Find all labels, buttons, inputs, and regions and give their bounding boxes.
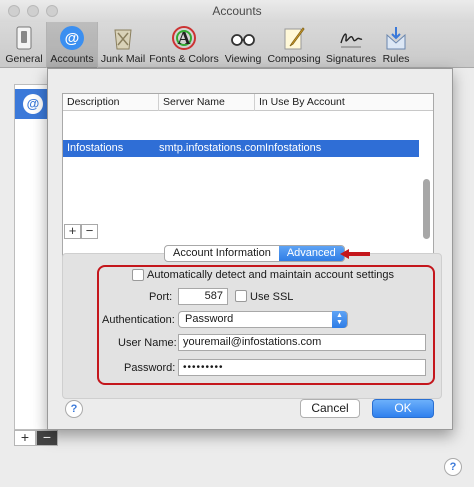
password-field[interactable]: ••••••••• [178, 359, 426, 376]
sheet-help-button[interactable]: ? [65, 400, 83, 418]
toolbar-composing[interactable]: Composing [266, 22, 322, 68]
add-server-button[interactable]: + [64, 224, 81, 239]
settings-tabs: Account Information Advanced [164, 245, 345, 262]
cell-description: Infostations [67, 142, 124, 154]
toolbar-viewing-label: Viewing [224, 53, 262, 65]
table-scrollbar[interactable] [423, 179, 430, 239]
toolbar-fonts-colors[interactable]: A Fonts & Colors [148, 22, 220, 68]
add-account-button[interactable]: + [14, 430, 36, 446]
annotation-arrow-icon [340, 249, 370, 259]
table-row[interactable]: Infostations smtp.infostations.com Infos… [63, 140, 419, 157]
zoom-window-button[interactable] [46, 5, 58, 17]
svg-text:@: @ [65, 30, 80, 47]
use-ssl-label: Use SSL [250, 291, 294, 303]
port-label: Port: [149, 291, 173, 303]
signature-icon [340, 33, 363, 48]
authentication-value: Password [185, 313, 234, 325]
general-switch-icon [16, 26, 32, 50]
authentication-select[interactable]: Password ▲ ▼ [178, 311, 348, 328]
remove-account-button[interactable]: − [36, 430, 58, 446]
smtp-server-sheet: Description Server Name In Use By Accoun… [47, 68, 453, 430]
authentication-label: Authentication: [102, 314, 175, 326]
toolbar-junk-mail[interactable]: Junk Mail [100, 22, 146, 68]
glasses-icon [231, 34, 255, 46]
use-ssl-checkbox[interactable] [235, 290, 247, 302]
chevron-updown-icon: ▲ ▼ [332, 311, 347, 328]
minimize-window-button[interactable] [27, 5, 39, 17]
toolbar-fonts-colors-label: Fonts & Colors [149, 53, 219, 65]
accounts-list-buttons: + − [14, 430, 58, 446]
column-header-description[interactable]: Description [63, 94, 159, 111]
server-list-buttons: + − [64, 224, 98, 239]
pencil-icon [284, 27, 305, 50]
toolbar-general-label: General [5, 53, 43, 65]
column-header-server-name[interactable]: Server Name [159, 94, 255, 111]
toolbar-rules[interactable]: Rules [380, 22, 412, 68]
title-bar: Accounts [0, 0, 474, 22]
close-window-button[interactable] [8, 5, 20, 17]
cell-server-name: smtp.infostations.com [159, 142, 266, 154]
column-header-in-use-by[interactable]: In Use By Account [255, 94, 433, 111]
junk-trash-icon [114, 29, 132, 50]
tab-advanced[interactable]: Advanced [278, 246, 344, 261]
toolbar-rules-label: Rules [382, 53, 410, 65]
remove-server-button[interactable]: − [81, 224, 98, 239]
table-header: Description Server Name In Use By Accoun… [63, 94, 433, 111]
toolbar-viewing[interactable]: Viewing [222, 22, 264, 68]
ok-button[interactable]: OK [372, 399, 434, 418]
toolbar-accounts[interactable]: @ Accounts [46, 22, 98, 68]
preferences-toolbar: General @ Accounts Junk Mail A Fonts & C… [0, 22, 474, 68]
help-button[interactable]: ? [444, 458, 462, 476]
toolbar-signatures[interactable]: Signatures [324, 22, 378, 68]
toolbar-composing-label: Composing [267, 53, 321, 65]
username-label: User Name: [118, 337, 177, 349]
cell-in-use-by: Infostations [265, 142, 322, 154]
svg-text:A: A [178, 28, 191, 48]
rules-icon [386, 27, 406, 50]
toolbar-signatures-label: Signatures [325, 53, 377, 65]
password-label: Password: [124, 362, 176, 374]
at-sign-icon: @ [23, 94, 43, 114]
fonts-colors-icon: A [172, 26, 196, 50]
cancel-button[interactable]: Cancel [300, 399, 360, 418]
auto-detect-checkbox[interactable] [132, 269, 144, 281]
toolbar-junk-mail-label: Junk Mail [100, 53, 146, 65]
at-sign-icon: @ [60, 26, 84, 50]
toolbar-general[interactable]: General [4, 22, 44, 68]
window-title: Accounts [212, 4, 262, 18]
port-field[interactable]: 587 [178, 288, 228, 305]
tab-account-information[interactable]: Account Information [165, 246, 279, 261]
username-field[interactable]: youremail@infostations.com [178, 334, 426, 351]
auto-detect-label: Automatically detect and maintain accoun… [147, 269, 395, 281]
toolbar-accounts-label: Accounts [50, 53, 94, 65]
